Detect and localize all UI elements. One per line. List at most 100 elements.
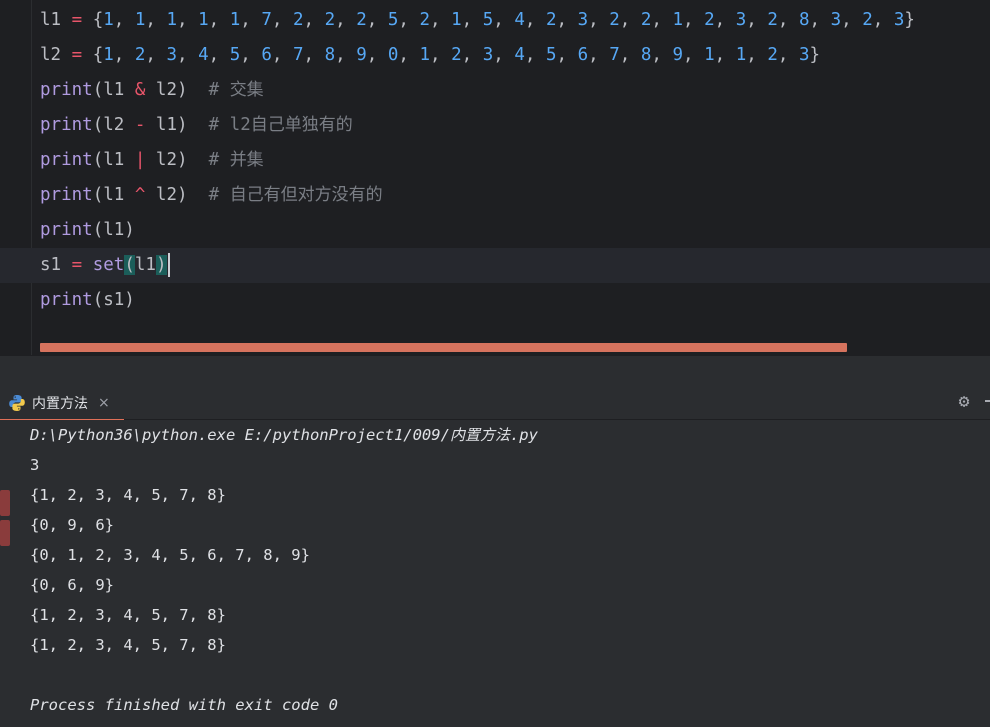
- close-icon[interactable]: ×: [98, 395, 110, 411]
- code-token: ,: [556, 10, 578, 30]
- code-token: =: [71, 45, 83, 65]
- code-token: ,: [777, 10, 799, 30]
- code-token: #: [208, 150, 230, 170]
- code-token: ,: [177, 10, 199, 30]
- code-token: print: [40, 290, 93, 310]
- code-token: 2: [356, 10, 367, 30]
- code-line[interactable]: print(l1 ^ l2) # 自己有但对方没有的: [40, 178, 990, 213]
- code-token: l1: [134, 255, 156, 275]
- code-token: ,: [430, 45, 452, 65]
- output-line: {0, 9, 6}: [30, 516, 114, 534]
- code-token: 2: [862, 10, 873, 30]
- code-token: (: [124, 255, 135, 275]
- code-token: ,: [588, 45, 610, 65]
- code-token: 1: [229, 10, 241, 30]
- code-token: 5: [387, 10, 399, 30]
- code-token: ,: [240, 45, 262, 65]
- code-token: ,: [303, 45, 325, 65]
- code-token: l2): [145, 150, 209, 170]
- code-token: 7: [261, 10, 272, 30]
- code-token: ,: [683, 45, 705, 65]
- scroll-up-icon[interactable]: [0, 428, 10, 438]
- rerun-icon[interactable]: [0, 490, 10, 516]
- code-token: 4: [198, 45, 209, 65]
- code-token: ,: [145, 45, 167, 65]
- output-line: {1, 2, 3, 4, 5, 7, 8}: [30, 606, 226, 624]
- code-line[interactable]: l2 = {1, 2, 3, 4, 5, 6, 7, 8, 9, 0, 1, 2…: [40, 38, 990, 73]
- run-console[interactable]: D:\Python36\python.exe E:/pythonProject1…: [0, 420, 990, 727]
- horizontal-scrollbar[interactable]: [40, 343, 847, 352]
- output-line: 3: [30, 456, 40, 474]
- code-token: 0: [387, 45, 399, 65]
- code-token: ,: [335, 10, 357, 30]
- code-token: ,: [271, 10, 293, 30]
- program-output: 3 {1, 2, 3, 4, 5, 7, 8} {0, 9, 6} {0, 1, 2,…: [30, 450, 538, 690]
- code-line[interactable]: print(l1): [40, 213, 990, 248]
- code-token: print: [40, 220, 93, 240]
- code-token: 7: [293, 45, 304, 65]
- stop-icon[interactable]: [0, 520, 10, 546]
- code-token: ,: [524, 45, 546, 65]
- code-line[interactable]: s1 = set(l1): [0, 248, 990, 283]
- code-token: 1: [103, 10, 114, 30]
- code-token: 5: [229, 45, 241, 65]
- code-token: (l1): [92, 220, 135, 240]
- code-token: 2: [640, 10, 652, 30]
- code-token: &: [134, 80, 146, 100]
- text-caret: [167, 253, 170, 277]
- code-token: 1: [451, 10, 462, 30]
- code-token: print: [40, 185, 93, 205]
- gear-icon[interactable]: ⚙: [954, 392, 974, 412]
- code-token: 2: [324, 10, 336, 30]
- output-line: {0, 6, 9}: [30, 576, 114, 594]
- code-token: }: [809, 45, 821, 65]
- code-token: 2: [134, 45, 146, 65]
- code-token: }: [904, 10, 915, 30]
- console-side-toolbar: [0, 420, 12, 727]
- run-tool-header: 内置方法 × ⚙: [0, 355, 990, 421]
- code-token: ,: [366, 10, 388, 30]
- code-token: ,: [335, 45, 357, 65]
- code-token: ,: [398, 10, 420, 30]
- code-token: set: [92, 255, 125, 275]
- code-token: 5: [546, 45, 557, 65]
- code-token: 1: [134, 10, 146, 30]
- code-line[interactable]: print(l2 - l1) # l2自己单独有的: [40, 108, 990, 143]
- code-area[interactable]: l1 = {1, 1, 1, 1, 1, 7, 2, 2, 2, 5, 2, 1…: [0, 3, 990, 318]
- code-token: # l2: [208, 115, 251, 135]
- code-token: print: [40, 115, 93, 135]
- code-token: ^: [134, 185, 146, 205]
- code-token: l1): [145, 115, 209, 135]
- code-line[interactable]: l1 = {1, 1, 1, 1, 1, 7, 2, 2, 2, 5, 2, 1…: [40, 3, 990, 38]
- code-token: #: [208, 80, 230, 100]
- code-token: 交集: [229, 80, 264, 100]
- code-token: 6: [261, 45, 272, 65]
- code-token: ): [155, 255, 167, 275]
- code-token: =: [71, 10, 83, 30]
- code-token: ,: [398, 45, 420, 65]
- code-token: 并集: [229, 150, 264, 170]
- run-tab[interactable]: 内置方法 ×: [0, 385, 124, 421]
- code-token: ,: [683, 10, 705, 30]
- code-line[interactable]: print(s1): [40, 283, 990, 318]
- code-token: ,: [113, 45, 135, 65]
- code-token: (l1: [92, 185, 135, 205]
- hide-panel-icon[interactable]: [985, 400, 990, 402]
- code-token: 1: [419, 45, 431, 65]
- code-token: print: [40, 80, 93, 100]
- code-token: 自己单独有的: [250, 115, 353, 135]
- output-line: {1, 2, 3, 4, 5, 7, 8}: [30, 636, 226, 654]
- pin-icon[interactable]: [0, 560, 10, 580]
- code-token: 7: [609, 45, 620, 65]
- code-token: ,: [303, 10, 325, 30]
- print-icon[interactable]: [0, 590, 10, 610]
- code-editor[interactable]: l1 = {1, 1, 1, 1, 1, 7, 2, 2, 2, 5, 2, 1…: [0, 0, 990, 355]
- code-line[interactable]: print(l1 | l2) # 并集: [40, 143, 990, 178]
- code-token: #: [208, 185, 230, 205]
- code-token: 自己有但对方没有的: [229, 185, 383, 205]
- code-line[interactable]: print(l1 & l2) # 交集: [40, 73, 990, 108]
